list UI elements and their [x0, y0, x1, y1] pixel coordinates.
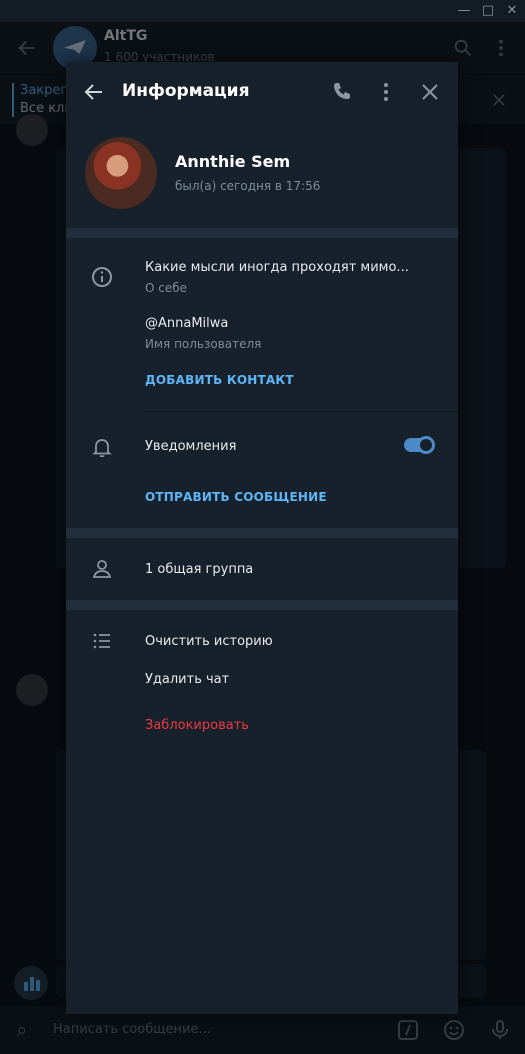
- delete-chat-button[interactable]: Удалить чат: [145, 672, 229, 687]
- back-arrow-icon[interactable]: [82, 80, 106, 104]
- person-icon: [92, 560, 112, 578]
- section-divider: [66, 600, 458, 610]
- panel-header: Информация: [66, 62, 458, 122]
- section-divider: [66, 228, 458, 238]
- window-close-icon[interactable]: ✕: [502, 1, 522, 21]
- minimize-icon[interactable]: —: [454, 1, 474, 21]
- user-info-panel: Информация Annthie Sem был(а) сегодня в …: [66, 62, 458, 1014]
- add-contact-button[interactable]: ДОБАВИТЬ КОНТАКТ: [145, 373, 294, 387]
- bio-label: О себе: [145, 281, 188, 295]
- user-avatar[interactable]: [85, 137, 157, 209]
- maximize-icon[interactable]: □: [478, 1, 498, 21]
- common-groups-link[interactable]: 1 общая группа: [145, 562, 253, 577]
- bell-icon: [92, 439, 112, 458]
- user-last-seen: был(а) сегодня в 17:56: [175, 179, 321, 193]
- send-message-button[interactable]: ОТПРАВИТЬ СООБЩЕНИЕ: [145, 490, 327, 504]
- section-divider: [66, 528, 458, 538]
- block-user-button[interactable]: Заблокировать: [145, 718, 249, 733]
- list-icon: [93, 633, 110, 649]
- close-icon[interactable]: [418, 80, 442, 104]
- clear-history-button[interactable]: Очистить историю: [145, 634, 273, 649]
- bio-text[interactable]: Какие мысли иногда проходят мимо...: [145, 260, 409, 275]
- more-options-icon[interactable]: [374, 80, 398, 104]
- notifications-toggle[interactable]: [404, 436, 435, 454]
- username-label: Имя пользователя: [145, 337, 262, 351]
- window-titlebar: — □ ✕: [0, 0, 525, 22]
- user-name: Annthie Sem: [175, 152, 291, 171]
- toggle-knob: [417, 436, 435, 454]
- username-text[interactable]: @AnnaMilwa: [145, 316, 228, 331]
- panel-title: Информация: [122, 81, 250, 101]
- info-icon: [92, 267, 112, 287]
- notifications-label: Уведомления: [145, 439, 237, 454]
- phone-icon[interactable]: [330, 80, 354, 104]
- divider-line: [144, 411, 458, 412]
